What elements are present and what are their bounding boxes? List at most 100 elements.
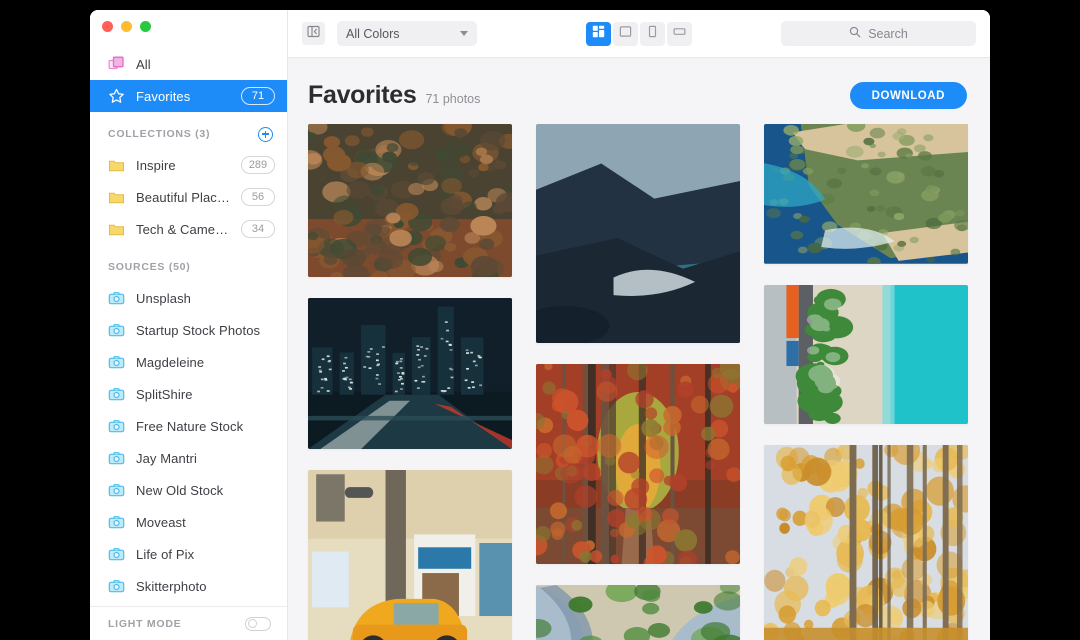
sidebar-item-source[interactable]: Moveast <box>90 506 287 538</box>
sidebar-item-label: New Old Stock <box>136 482 224 498</box>
chevron-down-icon <box>460 31 468 36</box>
window-traffic-lights <box>90 10 287 43</box>
main-area: All Colors Search Favorites 71 photos DO… <box>288 10 990 640</box>
sidebar-item-collection[interactable]: Inspire 289 <box>90 149 287 181</box>
collection-count-badge: 289 <box>241 156 275 174</box>
color-filter-value: All Colors <box>346 26 400 41</box>
sidebar-item-label: All <box>136 56 151 72</box>
sidebar-scroll-area: All Favorites 71 COLLECTIONS (3) Inspire <box>90 43 287 606</box>
sidebar-item-source[interactable]: New Old Stock <box>90 474 287 506</box>
stacked-squares-icon <box>108 56 125 73</box>
collections-header-label: COLLECTIONS (3) <box>108 128 211 140</box>
sidebar-item-label: Startup Stock Photos <box>136 322 261 338</box>
maximize-window-button[interactable] <box>140 21 151 32</box>
sidebar-toggle-button[interactable] <box>302 22 325 45</box>
color-filter-dropdown[interactable]: All Colors <box>337 21 477 46</box>
camera-icon <box>108 514 125 531</box>
panel-collapse-icon <box>307 25 320 43</box>
sidebar-item-label: Magdeleine <box>136 354 205 370</box>
add-collection-button[interactable] <box>258 126 273 142</box>
view-mode-square-button[interactable] <box>613 21 638 46</box>
photo-column <box>764 124 968 640</box>
collection-count-badge: 34 <box>241 220 275 238</box>
collection-count-badge: 56 <box>241 188 275 206</box>
star-icon <box>108 88 125 105</box>
camera-icon <box>108 322 125 339</box>
view-mode-landscape-button[interactable] <box>667 21 692 46</box>
camera-icon <box>108 578 125 595</box>
sidebar-item-label: Tech & Cameras <box>136 221 230 237</box>
view-mode-grid-button[interactable] <box>586 21 611 46</box>
camera-icon <box>108 418 125 435</box>
sidebar-item-favorites[interactable]: Favorites 71 <box>90 80 287 112</box>
light-mode-label: LIGHT MODE <box>108 617 182 630</box>
portrait-icon <box>646 25 659 43</box>
sidebar-item-source[interactable]: Startup Stock Photos <box>90 314 287 346</box>
search-placeholder: Search <box>868 26 908 41</box>
sidebar-item-collection[interactable]: Tech & Cameras 34 <box>90 213 287 245</box>
photo-thumbnail[interactable] <box>536 585 740 640</box>
light-mode-toggle[interactable] <box>245 616 271 631</box>
camera-icon <box>108 450 125 467</box>
camera-icon <box>108 290 125 307</box>
page-title: Favorites <box>308 81 417 109</box>
sidebar: All Favorites 71 COLLECTIONS (3) Inspire <box>90 10 288 640</box>
photo-thumbnail[interactable] <box>308 298 512 450</box>
photo-column <box>308 124 512 640</box>
page-header: Favorites 71 photos DOWNLOAD <box>288 58 990 124</box>
page-photo-count: 71 photos <box>425 92 481 106</box>
close-window-button[interactable] <box>102 21 113 32</box>
photo-grid <box>288 124 990 640</box>
search-input[interactable]: Search <box>781 21 976 46</box>
grid-icon <box>592 25 605 43</box>
sources-header-label: SOURCES (50) <box>108 261 191 273</box>
photo-thumbnail[interactable] <box>764 284 968 425</box>
view-mode-portrait-button[interactable] <box>640 21 665 46</box>
photo-thumbnail[interactable] <box>308 470 512 640</box>
photo-thumbnail[interactable] <box>764 445 968 640</box>
sidebar-item-collection[interactable]: Beautiful Places 56 <box>90 181 287 213</box>
search-icon <box>849 26 861 41</box>
sidebar-item-label: Moveast <box>136 514 186 530</box>
folder-icon <box>108 189 125 206</box>
sidebar-item-source[interactable]: Free Nature Stock <box>90 410 287 442</box>
photo-column <box>536 124 740 640</box>
square-icon <box>619 25 632 43</box>
view-mode-segmented-control <box>586 21 692 46</box>
camera-icon <box>108 482 125 499</box>
photo-thumbnail[interactable] <box>536 364 740 565</box>
camera-icon <box>108 546 125 563</box>
sidebar-item-label: Life of Pix <box>136 546 195 562</box>
toolbar: All Colors Search <box>288 10 990 58</box>
sidebar-item-label: Skitterphoto <box>136 578 207 594</box>
sidebar-item-source[interactable]: Jay Mantri <box>90 442 287 474</box>
minimize-window-button[interactable] <box>121 21 132 32</box>
sidebar-item-label: SplitShire <box>136 386 193 402</box>
content-scroll-area[interactable]: Favorites 71 photos DOWNLOAD <box>288 58 990 640</box>
favorites-count-badge: 71 <box>241 87 275 105</box>
sidebar-item-source[interactable]: Life of Pix <box>90 538 287 570</box>
app-window: All Favorites 71 COLLECTIONS (3) Inspire <box>90 10 990 640</box>
sidebar-item-source[interactable]: SplitShire <box>90 378 287 410</box>
camera-icon <box>108 386 125 403</box>
sidebar-item-all[interactable]: All <box>90 48 287 80</box>
sidebar-item-label: Beautiful Places <box>136 189 230 205</box>
folder-icon <box>108 157 125 174</box>
light-mode-row: LIGHT MODE <box>90 606 287 640</box>
photo-thumbnail[interactable] <box>764 124 968 264</box>
sidebar-item-label: Favorites <box>136 88 191 104</box>
sidebar-item-label: Unsplash <box>136 290 191 306</box>
landscape-icon <box>673 25 686 43</box>
sidebar-item-label: Free Nature Stock <box>136 418 244 434</box>
sidebar-item-label: Inspire <box>136 157 176 173</box>
photo-thumbnail[interactable] <box>536 124 740 344</box>
download-button[interactable]: DOWNLOAD <box>849 82 967 109</box>
collections-section-header: COLLECTIONS (3) <box>90 119 287 149</box>
sidebar-item-source[interactable]: Unsplash <box>90 282 287 314</box>
sidebar-item-source[interactable]: Skitterphoto <box>90 570 287 602</box>
sidebar-item-source[interactable]: Magdeleine <box>90 346 287 378</box>
sidebar-item-label: Jay Mantri <box>136 450 197 466</box>
sources-section-header: SOURCES (50) <box>90 252 287 282</box>
photo-thumbnail[interactable] <box>308 124 512 278</box>
sources-list: Unsplash Startup Stock Photos Magdeleine Sp… <box>90 282 287 602</box>
